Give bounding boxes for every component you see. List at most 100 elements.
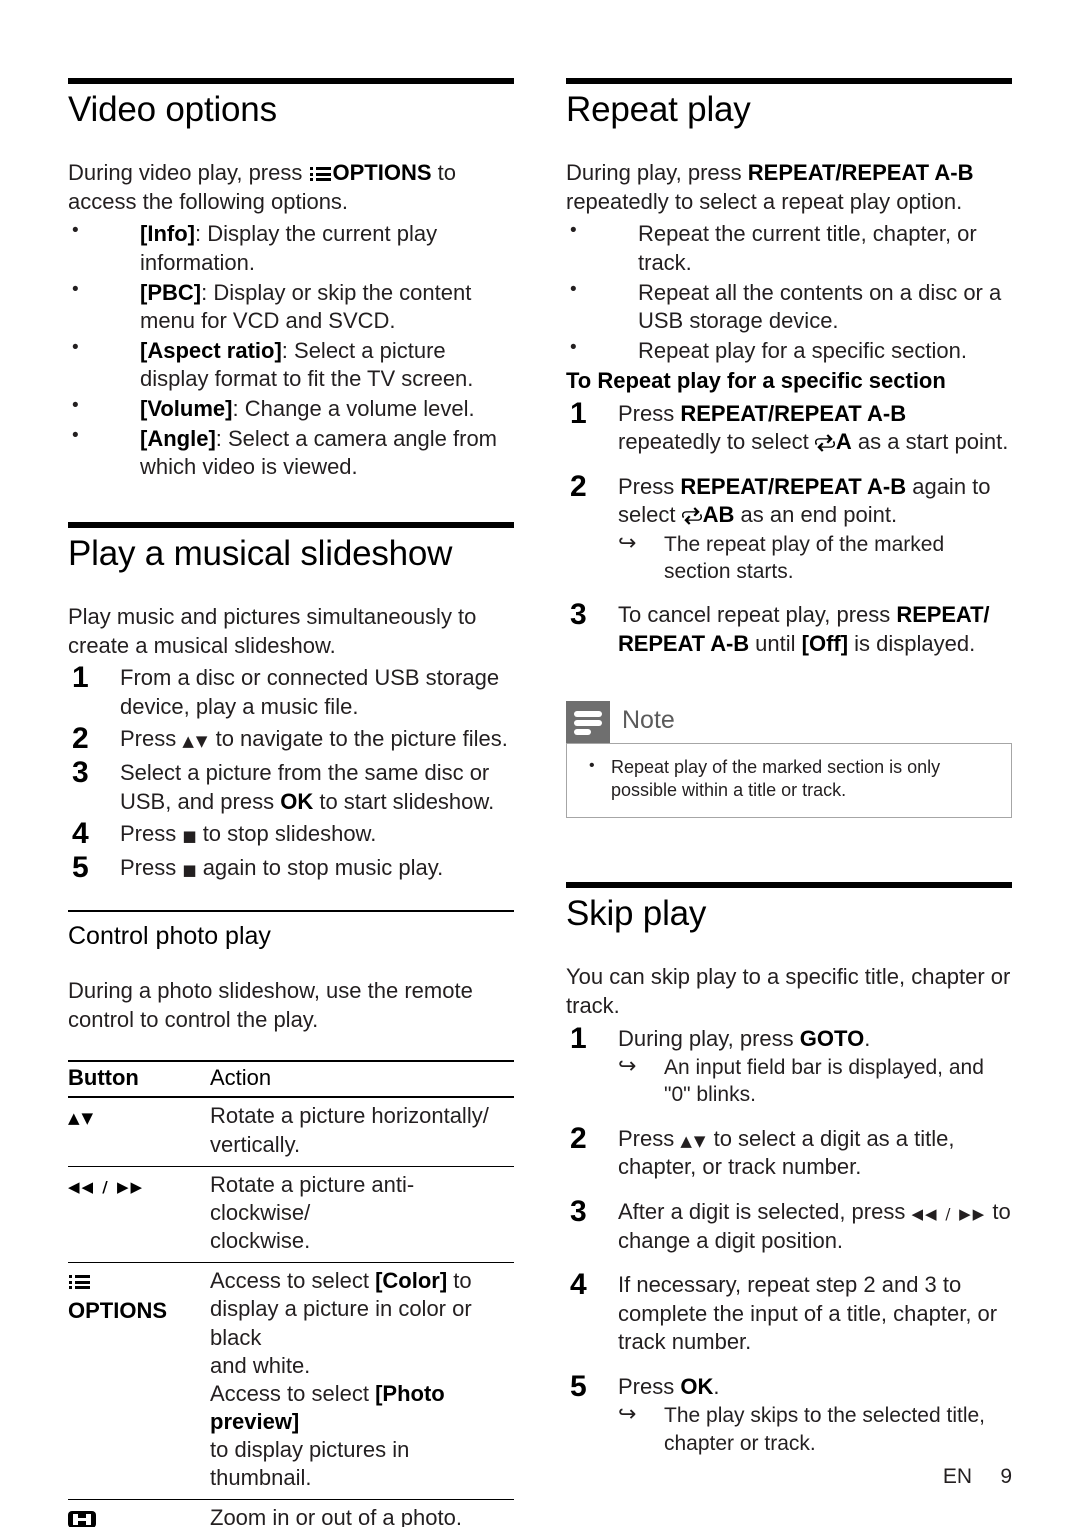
step-text-post: as a start point. <box>857 429 1009 455</box>
step-text-mid: repeatedly to select <box>618 429 809 455</box>
options-key-label: OPTIONS <box>68 1298 168 1324</box>
section-rule-musical-slideshow <box>68 521 514 528</box>
list-item: Press ▲▼ to select a digit as a title, c… <box>566 1119 1012 1182</box>
list-item: Repeat play of the marked section is onl… <box>583 755 995 804</box>
step-text-post: . <box>713 1373 720 1399</box>
list-item: Repeat the current title, chapter, or tr… <box>566 219 1012 277</box>
table-cell-action: Rotate a picture anti-clockwise/ clockwi… <box>210 1166 514 1264</box>
bullet-term: [PBC] <box>140 279 202 305</box>
right-column: Repeat play During play, press REPEAT/RE… <box>566 78 1012 1527</box>
step-text-mid: until <box>755 631 796 657</box>
list-item: Press ■ again to stop music play. <box>68 848 514 887</box>
step-text-post: is displayed. <box>854 631 976 657</box>
section-title-skip-play: Skip play <box>566 894 707 934</box>
list-item: During play, press GOTO. An input field … <box>566 1019 1012 1109</box>
list-item: Repeat all the contents on a disc or a U… <box>566 278 1012 336</box>
repeat-key-label: REPEAT/REPEAT A-B <box>680 400 907 426</box>
list-item: To cancel repeat play, press REPEAT/ REP… <box>566 595 1012 658</box>
step-text-post: to stop slideshow. <box>202 821 377 847</box>
list-item: Repeat play for a specific section. <box>566 336 1012 366</box>
section-title-musical-slideshow: Play a musical slideshow <box>68 533 453 573</box>
action-line: Access to select [Color] to <box>210 1268 472 1294</box>
action-line: Rotate a picture anti-clockwise/ <box>210 1171 415 1225</box>
manual-page: Video options During video play, press O… <box>0 0 1080 1527</box>
list-item: Press REPEAT/REPEAT A-B again to select … <box>566 467 1012 586</box>
repeat-play-intro-post: repeatedly to select a repeat play optio… <box>566 188 963 214</box>
list-item: Select a picture from the same disc or U… <box>68 753 514 816</box>
table-cell-action: Access to select [Color] to display a pi… <box>210 1262 514 1501</box>
up-down-triangle-icons: ▲▼ <box>68 1109 96 1128</box>
step-text-post: to navigate to the picture files. <box>215 726 508 752</box>
action-line: Access to select [Photo preview] <box>210 1380 445 1434</box>
section-title-video-options: Video options <box>68 90 277 129</box>
table-cell-button <box>68 1499 210 1527</box>
table-cell-button: ◀◀ / ▶▶ <box>68 1166 210 1264</box>
step-text-pre: Press <box>618 1125 675 1151</box>
repeat-play-intro: During play, press REPEAT/REPEAT A-B rep… <box>566 159 1012 216</box>
up-down-triangle-icons: ▲▼ <box>680 1131 708 1150</box>
table-row: Zoom in or out of a photo. Play pauses i… <box>68 1499 514 1527</box>
action-line: vertically. <box>210 1131 301 1157</box>
stop-square-icon: ■ <box>182 827 197 846</box>
video-options-intro-key: OPTIONS <box>332 160 432 186</box>
ok-key-label: OK <box>680 1373 714 1399</box>
repeat-specific-section-steps: Press REPEAT/REPEAT A-B repeatedly to se… <box>566 393 1012 659</box>
column-header-action: Action <box>210 1060 514 1099</box>
step-text-pre: Press <box>120 726 177 752</box>
step-text-post: as an end point. <box>740 502 898 528</box>
note-list: Repeat play of the marked section is onl… <box>583 755 995 804</box>
table-row: ◀◀ / ▶▶ Rotate a picture anti-clockwise/… <box>68 1166 514 1264</box>
list-item: [Info]: Display the current play informa… <box>68 219 514 277</box>
table-cell-button: ▲▼ <box>68 1097 210 1167</box>
action-line: and white. <box>210 1352 311 1378</box>
step-text-post: again to stop music play. <box>202 855 444 881</box>
table-cell-action: Rotate a picture horizontally/ verticall… <box>210 1097 514 1167</box>
bullet-term: [Info] <box>140 221 195 247</box>
step-text-post: . <box>864 1025 871 1051</box>
subsection-title-control-photo-play: Control photo play <box>68 922 271 951</box>
step-text-pre: Press <box>618 400 675 426</box>
rewind-forward-icons: ◀◀ / ▶▶ <box>911 1204 987 1223</box>
musical-slideshow-intro: Play music and pictures simultaneously t… <box>68 603 477 658</box>
repeat-play-intro-pre: During play, press <box>566 160 742 186</box>
subsection-rule-control-photo-play <box>68 910 514 913</box>
step-text-post: to start slideshow. <box>319 788 495 814</box>
list-item: [PBC]: Display or skip the content menu … <box>68 278 514 336</box>
step-result: The repeat play of the marked section st… <box>618 529 1012 586</box>
list-item: After a digit is selected, press ◀◀ / ▶▶… <box>566 1192 1012 1255</box>
rewind-forward-icons: ◀◀ / ▶▶ <box>68 1177 145 1196</box>
video-options-intro-pre: During video play, press <box>68 160 303 186</box>
action-line: Rotate a picture horizontally/ <box>210 1103 489 1129</box>
table-header-row: Button Action <box>68 1060 514 1099</box>
footer-language: EN <box>942 1465 972 1488</box>
step-text-pre: After a digit is selected, press <box>618 1198 906 1224</box>
list-item: If necessary, repeat step 2 and 3 to com… <box>570 1265 998 1355</box>
off-value-label: [Off] <box>801 631 849 657</box>
repeat-play-bullets: Repeat the current title, chapter, or tr… <box>566 219 1012 366</box>
section-title-repeat-play: Repeat play <box>566 90 751 129</box>
control-photo-play-table: Button Action ▲▼ Rotate a picture horizo… <box>68 1060 514 1527</box>
step-text-pre: Press <box>618 1373 675 1399</box>
list-item: Press ■ to stop slideshow. <box>68 814 514 853</box>
list-item: [Aspect ratio]: Select a picture display… <box>68 336 514 394</box>
repeat-loop-icon <box>681 507 702 525</box>
control-photo-play-intro: During a photo slideshow, use the remote… <box>68 978 473 1032</box>
section-rule-skip-play <box>566 882 1012 889</box>
step-result: The play skips to the selected title, ch… <box>618 1400 1012 1457</box>
note-icon <box>566 700 610 743</box>
footer-page-number: 9 <box>1000 1465 1012 1488</box>
goto-key-label: GOTO <box>799 1025 865 1051</box>
zoom-button-icon <box>68 1511 96 1527</box>
list-item: From a disc or connected USB storage dev… <box>68 658 514 721</box>
repeat-loop-icon <box>814 434 835 452</box>
options-list-icon <box>309 166 331 182</box>
note-title: Note <box>622 705 675 734</box>
musical-slideshow-steps: From a disc or connected USB storage dev… <box>68 658 514 887</box>
table-cell-button: OPTIONS <box>68 1262 210 1501</box>
two-column-layout: Video options During video play, press O… <box>68 78 1012 1527</box>
bullet-text: : Change a volume level. <box>232 395 475 421</box>
bullet-term: [Aspect ratio] <box>140 337 282 363</box>
repeat-ab-marker: AB <box>702 502 735 528</box>
bullet-term: [Angle] <box>140 425 216 451</box>
skip-play-steps: During play, press GOTO. An input field … <box>566 1019 1012 1458</box>
